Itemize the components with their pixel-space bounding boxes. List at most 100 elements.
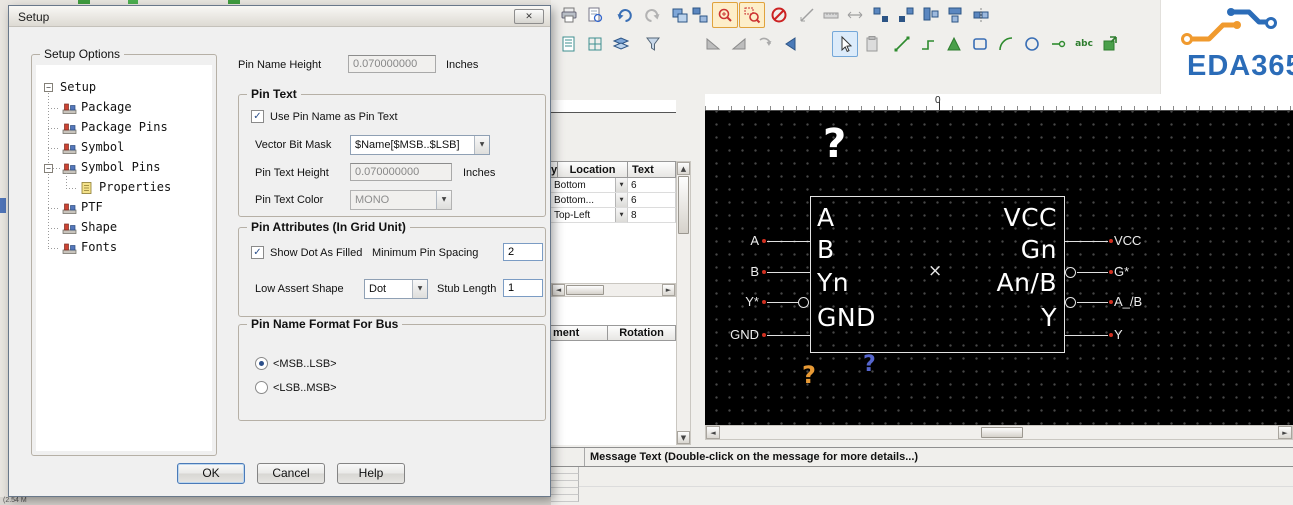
zoom-window-button[interactable]: [739, 2, 765, 28]
scroll-right-button[interactable]: ►: [662, 284, 675, 296]
flip-left-button[interactable]: [778, 31, 804, 57]
tree-item-ptf[interactable]: PTF: [81, 200, 103, 214]
windows-button[interactable]: [687, 2, 713, 28]
mirror-a-button[interactable]: [700, 31, 726, 57]
text-tool-button[interactable]: abc: [1071, 31, 1097, 57]
column-header-location[interactable]: Location: [558, 161, 628, 178]
print-preview-icon: [588, 7, 603, 23]
pin-text-height-field[interactable]: 0.070000000: [350, 163, 452, 181]
low-assert-shape-select[interactable]: Dot ▼: [364, 279, 428, 299]
setup-tree[interactable]: − Setup Package Package Pins Symbol − Sy…: [36, 65, 212, 451]
column-header-text[interactable]: Text: [628, 161, 676, 178]
grid-cell-text[interactable]: 6: [628, 178, 676, 193]
column-header-sliver[interactable]: y: [551, 161, 558, 178]
zoom-in-button[interactable]: [712, 2, 738, 28]
layers-button[interactable]: [608, 31, 634, 57]
stub-length-field[interactable]: 1: [503, 279, 543, 297]
tree-item-package[interactable]: Package: [81, 100, 132, 114]
scrollbar-thumb[interactable]: [981, 427, 1023, 438]
help-button[interactable]: Help: [337, 463, 405, 484]
grid-button[interactable]: [582, 31, 608, 57]
scroll-right-button[interactable]: ►: [1278, 426, 1292, 439]
tree-item-symbol-pins[interactable]: Symbol Pins: [81, 160, 160, 174]
export-button[interactable]: [1097, 31, 1123, 57]
align-1-button[interactable]: [868, 2, 894, 28]
redo-button[interactable]: [639, 2, 665, 28]
pin-text-color-select[interactable]: MONO ▼: [350, 190, 452, 210]
grid-cell-text[interactable]: 6: [628, 193, 676, 208]
chevron-down-icon[interactable]: ▼: [615, 208, 627, 222]
filter-button[interactable]: [640, 31, 666, 57]
dimension-button[interactable]: [842, 2, 868, 28]
chevron-down-icon[interactable]: ▼: [615, 193, 627, 207]
zoom-off-button[interactable]: [766, 2, 792, 28]
align-3-button[interactable]: [918, 2, 944, 28]
grid-cell-location[interactable]: Top-Left ▼: [551, 208, 628, 223]
symbol-canvas[interactable]: ? ? ? × A A B B Y* Yn GND GND VCC VCC Gn…: [705, 111, 1293, 425]
print-button[interactable]: [556, 2, 582, 28]
ok-button[interactable]: OK: [177, 463, 245, 484]
tree-expander-symbol-pins[interactable]: −: [44, 164, 53, 173]
align-2-button[interactable]: [893, 2, 919, 28]
msb-lsb-radio[interactable]: [255, 357, 268, 370]
tree-item-setup[interactable]: Setup: [60, 80, 96, 94]
chevron-down-icon[interactable]: ▼: [474, 136, 489, 154]
min-pin-spacing-field[interactable]: 2: [503, 243, 543, 261]
undo-button[interactable]: [612, 2, 638, 28]
tree-item-shape[interactable]: Shape: [81, 220, 117, 234]
setup-dialog[interactable]: Setup ✕ Setup Options − Setup Package Pa…: [8, 5, 551, 497]
chevron-down-icon[interactable]: ▼: [615, 178, 627, 192]
select-tool-button[interactable]: [832, 31, 858, 57]
align-4-button[interactable]: [943, 2, 969, 28]
measure-button[interactable]: [794, 2, 820, 28]
scroll-up-button[interactable]: ▲: [677, 162, 690, 175]
chevron-down-icon[interactable]: ▼: [436, 191, 451, 209]
show-dot-checkbox[interactable]: ✓: [251, 246, 264, 259]
scrollbar-thumb[interactable]: [678, 176, 689, 234]
column-header-rotation[interactable]: Rotation: [608, 325, 676, 341]
use-pin-name-checkbox[interactable]: ✓: [251, 110, 264, 123]
grid-cell-location[interactable]: Bottom... ▼: [551, 193, 628, 208]
scroll-left-button[interactable]: ◄: [552, 284, 565, 296]
vector-bit-mask-select[interactable]: $Name[$MSB..$LSB] ▼: [350, 135, 490, 155]
grid-vertical-scrollbar[interactable]: ▲ ▼: [676, 161, 691, 445]
draw-rect-button[interactable]: [967, 31, 993, 57]
close-button[interactable]: ✕: [514, 9, 544, 24]
question-mark-white[interactable]: ?: [823, 121, 846, 167]
draw-arc-button[interactable]: [993, 31, 1019, 57]
pin-name-height-field[interactable]: 0.070000000: [348, 55, 436, 73]
tree-item-package-pins[interactable]: Package Pins: [81, 120, 168, 134]
scroll-left-button[interactable]: ◄: [706, 426, 720, 439]
tree-item-properties[interactable]: Properties: [99, 180, 171, 194]
mirror-b-button[interactable]: [726, 31, 752, 57]
align-5-button[interactable]: [968, 2, 994, 28]
paste-button[interactable]: [859, 31, 885, 57]
draw-polyline-button[interactable]: [915, 31, 941, 57]
pin-wire: [767, 241, 810, 242]
question-mark-orange[interactable]: ?: [802, 361, 816, 389]
draw-pin-button[interactable]: [1045, 31, 1071, 57]
grid-horizontal-scrollbar[interactable]: ◄ ►: [551, 283, 676, 297]
print-preview-button[interactable]: [582, 2, 608, 28]
lsb-msb-radio[interactable]: [255, 381, 268, 394]
tree-item-symbol[interactable]: Symbol: [81, 140, 124, 154]
scroll-down-button[interactable]: ▼: [677, 431, 690, 444]
message-bar[interactable]: Message Text (Double-click on the messag…: [551, 447, 1293, 467]
sheet-button[interactable]: [556, 31, 582, 57]
grid-cell-text[interactable]: 8: [628, 208, 676, 223]
dialog-titlebar[interactable]: Setup ✕: [9, 6, 550, 27]
column-header-ment[interactable]: ment: [551, 325, 608, 341]
canvas-horizontal-scrollbar[interactable]: ◄ ►: [705, 425, 1293, 440]
question-mark-blue[interactable]: ?: [863, 352, 876, 377]
grid-cell-location[interactable]: Bottom ▼: [551, 178, 628, 193]
tree-item-fonts[interactable]: Fonts: [81, 240, 117, 254]
rotate-button[interactable]: [752, 31, 778, 57]
chevron-down-icon[interactable]: ▼: [412, 280, 427, 298]
draw-line-button[interactable]: [889, 31, 915, 57]
cancel-button[interactable]: Cancel: [257, 463, 325, 484]
tree-expander-setup[interactable]: −: [44, 83, 53, 92]
draw-polygon-button[interactable]: [941, 31, 967, 57]
draw-circle-button[interactable]: [1019, 31, 1045, 57]
ruler-button[interactable]: [818, 2, 844, 28]
scrollbar-thumb[interactable]: [566, 285, 604, 295]
